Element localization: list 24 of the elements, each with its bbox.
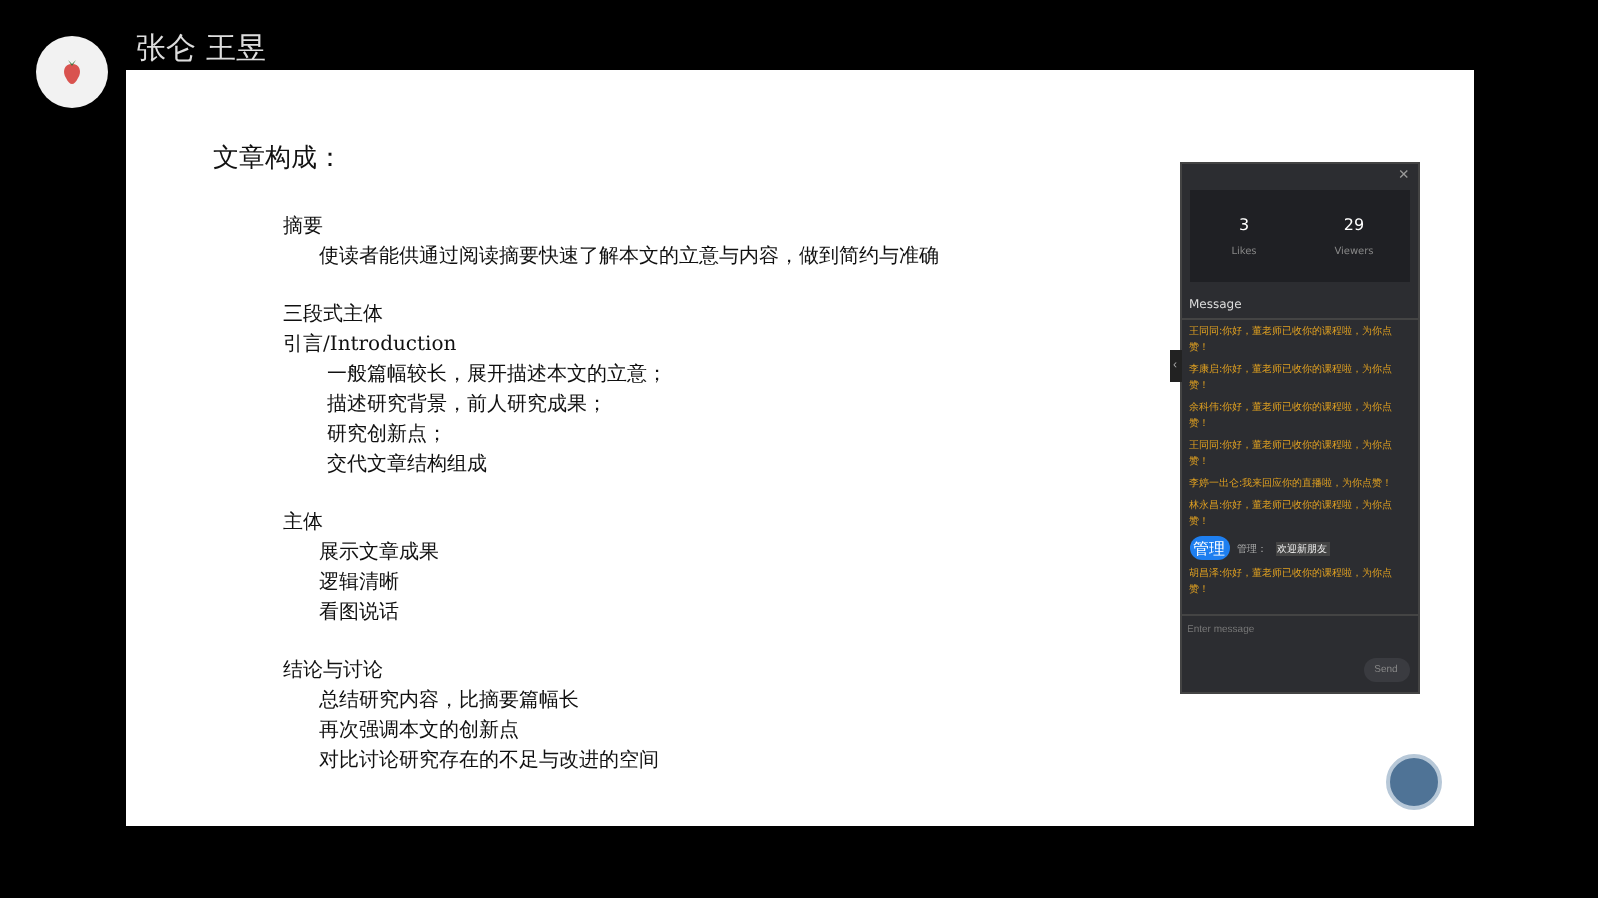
slide-text: 对比讨论研究存在的不足与改进的空间 [319,747,659,776]
floating-button[interactable] [1385,754,1441,810]
close-button[interactable]: × [1390,164,1417,186]
stat-value: 3 [1238,215,1250,233]
section-heading: 三段式主体 [283,301,383,330]
slide-text: 展示文章成果 [319,539,439,568]
stat-value: 29 [1343,215,1365,233]
slide-text: 逻辑清晰 [319,569,399,598]
user-badge: 管理 [1189,536,1229,560]
strawberry-icon [60,58,84,86]
slide-text: 研究创新点； [327,421,447,450]
section-subheading: 引言/Introduction [283,331,457,360]
section-heading: 摘要 [283,213,323,242]
slide-text: 总结研究内容，比摘要篇幅长 [319,687,579,716]
slide-text: 看图说话 [319,599,399,628]
slide-title: 文章构成： [213,142,343,176]
section-heading: 主体 [283,509,323,538]
slide-text: 描述研究背景，前人研究成果； [327,391,607,420]
slide-text: 交代文章结构组成 [327,451,487,480]
section-heading: 结论与讨论 [283,657,383,686]
presenter-name: 张仑 王昱 [136,30,266,68]
slide-text: 再次强调本文的创新点 [319,717,519,746]
slide-text: 使读者能供通过阅读摘要快速了解本文的立意与内容，做到简约与准确 [319,243,939,272]
slide-text: 一般篇幅较长，展开描述本文的立意； [327,361,667,390]
